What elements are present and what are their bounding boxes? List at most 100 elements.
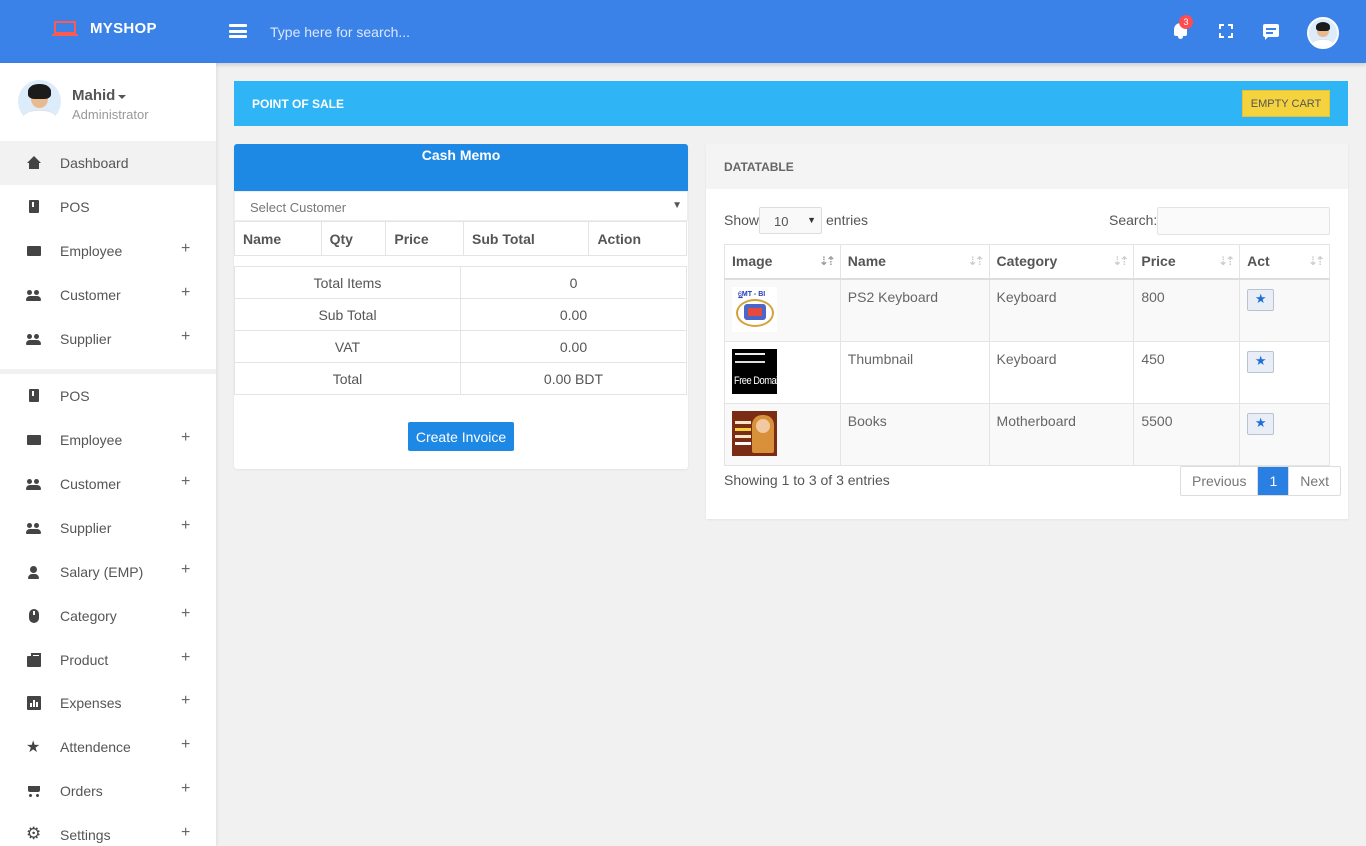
table-row: Free Domain Thumbnail Keyboard 450 ★ [724, 340, 1330, 404]
menu-toggle-icon[interactable] [229, 24, 247, 38]
products-table: Image ⇣⇡ Name ⇣⇡ Category ⇣⇡ Price ⇣⇡ Act ⇣⇡ … [724, 244, 1330, 466]
expand-icon[interactable]: + [181, 561, 190, 579]
table-row: VAT 0.00 [234, 330, 687, 363]
fullscreen-icon[interactable] [1216, 21, 1236, 41]
expand-icon[interactable]: + [181, 328, 190, 346]
book-icon [26, 199, 42, 215]
table-row: Total Items 0 [234, 266, 687, 299]
expand-icon[interactable]: + [181, 605, 190, 623]
category-cell: Motherboard [988, 402, 1135, 466]
column-header-label: Act [1247, 253, 1270, 270]
table-header-row: Image ⇣⇡ Name ⇣⇡ Category ⇣⇡ Price ⇣⇡ Act ⇣⇡ [724, 244, 1330, 280]
table-row: 6ৣMT - BI PS2 Keyboard Keyboard 800 ★ [724, 278, 1330, 342]
sort-icon: ⇣⇡ [818, 254, 836, 268]
column-header: Qty [322, 222, 387, 255]
table-row: Total 0.00 BDT [234, 362, 687, 395]
name-cell: Books [839, 402, 990, 466]
star-icon: ★ [1254, 292, 1267, 307]
sidebar-item-employee-2[interactable]: Employee + [0, 418, 216, 462]
total-items-label: Total Items [234, 266, 461, 299]
sidebar-item-employee[interactable]: Employee + [0, 229, 216, 273]
people-icon [26, 520, 42, 536]
sidebar-item-attendence[interactable]: Attendence + [0, 725, 216, 769]
column-header: Sub Total [464, 222, 590, 255]
datatable-header: DATATABLE [706, 144, 1348, 189]
sidebar-item-pos-2[interactable]: POS [0, 374, 216, 418]
sidebar: Mahid Administrator Dashboard POS Employ… [0, 63, 216, 846]
image-cell: 6ৣMT - BI [724, 278, 841, 342]
sidebar-item-label: Salary (EMP) [60, 564, 144, 580]
price-cell: 450 [1133, 340, 1241, 404]
action-cell: ★ [1239, 340, 1330, 404]
sidebar-item-expenses[interactable]: Expenses + [0, 681, 216, 725]
sidebar-item-dashboard[interactable]: Dashboard [0, 141, 216, 185]
column-header-name[interactable]: Name ⇣⇡ [839, 244, 990, 280]
brand[interactable]: MYSHOP [52, 19, 157, 38]
user-role: Administrator [72, 107, 149, 122]
sub-total-label: Sub Total [234, 298, 461, 331]
customer-select[interactable]: Select Customer ▼ [234, 191, 688, 221]
sort-icon: ⇣⇡ [1307, 254, 1325, 268]
expand-icon[interactable]: + [181, 517, 190, 535]
add-to-cart-button[interactable]: ★ [1247, 288, 1275, 311]
name-cell: PS2 Keyboard [839, 278, 990, 342]
sidebar-item-customer-2[interactable]: Customer + [0, 462, 216, 506]
expand-icon[interactable]: + [181, 284, 190, 302]
caret-down-icon[interactable] [118, 95, 126, 99]
top-search-input[interactable] [262, 17, 662, 47]
add-to-cart-button[interactable]: ★ [1247, 412, 1275, 435]
sidebar-item-orders[interactable]: Orders + [0, 769, 216, 813]
previous-button[interactable]: Previous [1181, 467, 1259, 495]
category-cell: Keyboard [988, 340, 1135, 404]
sidebar-item-label: Orders [60, 783, 103, 799]
next-button[interactable]: Next [1288, 467, 1340, 495]
datatable-title: DATATABLE [724, 160, 794, 174]
expand-icon[interactable]: + [181, 473, 190, 491]
sidebar-item-supplier[interactable]: Supplier + [0, 317, 216, 361]
product-image [732, 410, 777, 456]
sidebar-item-customer[interactable]: Customer + [0, 273, 216, 317]
cash-memo-header: Cash Memo [234, 144, 688, 191]
product-image-text: 6ৣMT - BI [738, 290, 766, 298]
column-header-image[interactable]: Image ⇣⇡ [724, 244, 841, 280]
table-search-input[interactable] [1157, 207, 1330, 235]
expand-icon[interactable]: + [181, 736, 190, 754]
column-header-price[interactable]: Price ⇣⇡ [1133, 244, 1241, 280]
sidebar-item-pos[interactable]: POS [0, 185, 216, 229]
column-header-act[interactable]: Act ⇣⇡ [1239, 244, 1330, 280]
chevron-down-icon: ▼ [807, 215, 816, 225]
expand-icon[interactable]: + [181, 240, 190, 258]
expand-icon[interactable]: + [181, 692, 190, 710]
sidebar-item-label: POS [60, 199, 90, 215]
empty-cart-button[interactable]: EMPTY CART [1242, 90, 1330, 117]
sidebar-item-product[interactable]: Product + [0, 638, 216, 682]
sidebar-item-label: Dashboard [60, 155, 129, 171]
column-header: Name [235, 222, 322, 255]
totals-table: Total Items 0 Sub Total 0.00 VAT 0.00 To… [234, 266, 687, 395]
people-icon [26, 287, 42, 303]
price-cell: 5500 [1133, 402, 1241, 466]
top-avatar[interactable] [1307, 17, 1339, 49]
add-to-cart-button[interactable]: ★ [1247, 350, 1275, 373]
sidebar-item-salary[interactable]: Salary (EMP) + [0, 550, 216, 594]
expand-icon[interactable]: + [181, 649, 190, 667]
expand-icon[interactable]: + [181, 429, 190, 447]
sidebar-item-supplier-2[interactable]: Supplier + [0, 506, 216, 550]
chat-icon[interactable] [1261, 21, 1281, 41]
create-invoice-button[interactable]: Create Invoice [408, 422, 514, 451]
total-value: 0.00 BDT [460, 362, 687, 395]
entries-select-value: 10 [774, 214, 789, 229]
expand-icon[interactable]: + [181, 780, 190, 798]
sidebar-item-label: Supplier [60, 520, 112, 536]
page-title: POINT OF SALE [252, 97, 345, 111]
laptop-icon [52, 19, 78, 38]
column-header-category[interactable]: Category ⇣⇡ [988, 244, 1135, 280]
sidebar-item-settings[interactable]: Settings + [0, 813, 216, 846]
user-name[interactable]: Mahid [72, 87, 115, 104]
action-cell: ★ [1239, 402, 1330, 466]
entries-select[interactable]: 10 ▼ [759, 207, 822, 234]
page-1-button[interactable]: 1 [1258, 467, 1289, 495]
sidebar-item-category[interactable]: Category + [0, 594, 216, 638]
sort-icon: ⇣⇡ [1218, 254, 1235, 268]
expand-icon[interactable]: + [181, 824, 190, 842]
